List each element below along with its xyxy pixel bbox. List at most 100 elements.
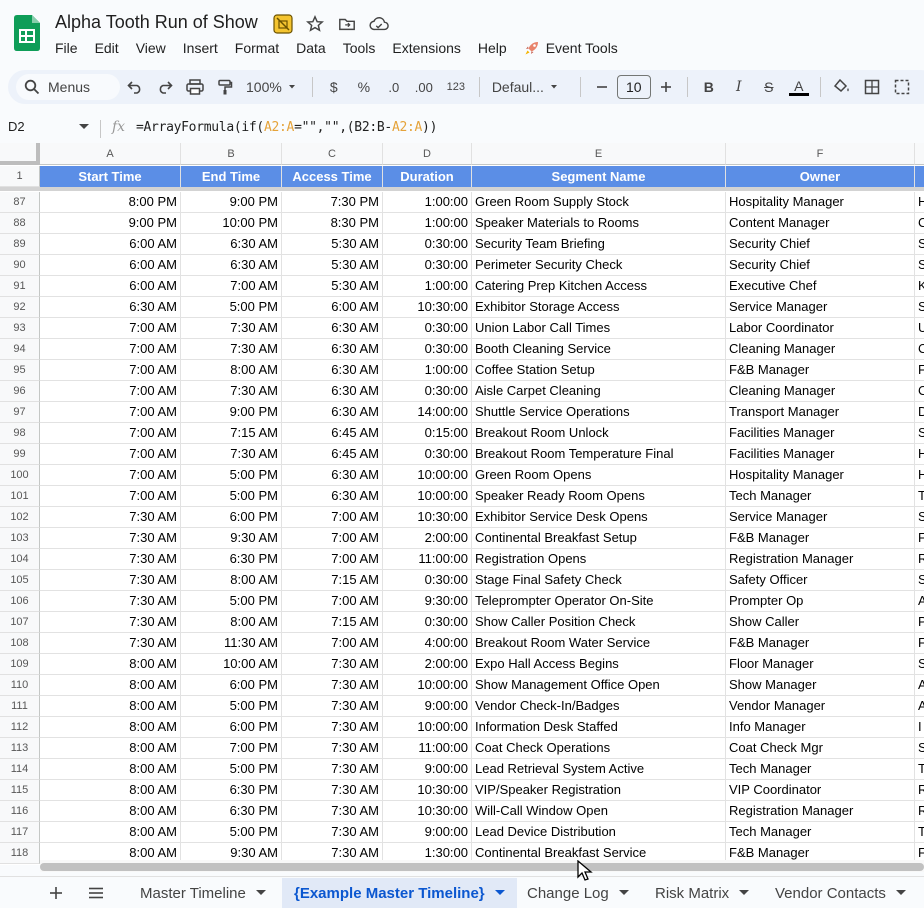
table-cell[interactable]: 11:30 AM <box>181 633 282 654</box>
table-cell[interactable]: 7:00 AM <box>282 549 383 570</box>
text-color-button[interactable]: A <box>784 73 814 101</box>
table-cell[interactable]: 7:00 AM <box>40 465 181 486</box>
table-cell[interactable]: 5:30 AM <box>282 276 383 297</box>
table-cell[interactable]: 7:30 AM <box>181 339 282 360</box>
table-cell[interactable]: Green Room Supply Stock <box>472 192 726 213</box>
merge-cells-icon[interactable] <box>887 73 917 101</box>
table-cell[interactable]: 7:30 AM <box>40 528 181 549</box>
table-cell[interactable]: A <box>915 696 924 717</box>
table-cell[interactable]: 7:30 AM <box>282 780 383 801</box>
sheet-tab[interactable]: Vendor Contacts <box>763 878 918 908</box>
table-cell[interactable]: 6:30 PM <box>181 801 282 822</box>
table-cell[interactable]: Show Caller <box>726 612 915 633</box>
table-cell[interactable]: S <box>915 234 924 255</box>
table-cell[interactable]: Vendor Manager <box>726 696 915 717</box>
table-cell[interactable]: D <box>915 402 924 423</box>
print-icon[interactable] <box>180 73 210 101</box>
table-cell[interactable]: 9:30 AM <box>181 528 282 549</box>
font-size-input[interactable]: 10 <box>616 75 651 99</box>
table-cell[interactable]: Exhibitor Service Desk Opens <box>472 507 726 528</box>
table-cell[interactable]: 2:00:00 <box>383 528 472 549</box>
table-cell[interactable]: 1:00:00 <box>383 213 472 234</box>
table-cell[interactable]: Show Manager <box>726 675 915 696</box>
add-sheet-icon[interactable] <box>46 883 66 903</box>
table-cell[interactable]: 6:30 AM <box>282 339 383 360</box>
table-cell[interactable]: S <box>915 738 924 759</box>
table-cell[interactable]: T <box>915 759 924 780</box>
table-cell[interactable]: 0:30:00 <box>383 339 472 360</box>
table-cell[interactable]: 6:30 AM <box>282 402 383 423</box>
sheet-tab[interactable]: {Example Master Timeline} <box>282 878 517 908</box>
table-cell[interactable]: Coffee Station Setup <box>472 360 726 381</box>
table-cell[interactable]: F&B Manager <box>726 528 915 549</box>
increase-font-size-button[interactable] <box>651 73 681 101</box>
table-cell[interactable]: Service Manager <box>726 507 915 528</box>
table-cell[interactable]: S <box>915 255 924 276</box>
table-cell[interactable]: 8:00 AM <box>40 780 181 801</box>
table-cell[interactable]: 6:30 AM <box>282 486 383 507</box>
table-cell[interactable]: 5:00 PM <box>181 465 282 486</box>
table-cell[interactable]: 7:15 AM <box>282 570 383 591</box>
sheet-tab[interactable]: Master Timeline <box>128 878 278 908</box>
table-cell[interactable]: Tech Manager <box>726 822 915 843</box>
table-cell[interactable]: 8:00 AM <box>40 675 181 696</box>
table-cell[interactable]: 7:30 PM <box>282 192 383 213</box>
table-cell[interactable]: Speaker Materials to Rooms <box>472 213 726 234</box>
table-cell[interactable]: Cleaning Manager <box>726 339 915 360</box>
table-cell[interactable]: Stage Final Safety Check <box>472 570 726 591</box>
column-header[interactable] <box>915 143 924 165</box>
italic-button[interactable]: I <box>724 73 754 101</box>
table-cell[interactable]: 9:00:00 <box>383 822 472 843</box>
row-header[interactable]: 104 <box>0 549 40 570</box>
row-header[interactable]: 112 <box>0 717 40 738</box>
table-cell[interactable]: 0:30:00 <box>383 381 472 402</box>
table-cell[interactable]: Hospitality Manager <box>726 192 915 213</box>
table-cell[interactable]: Lead Retrieval System Active <box>472 759 726 780</box>
bold-button[interactable]: B <box>694 73 724 101</box>
row-header[interactable]: 92 <box>0 297 40 318</box>
table-cell[interactable]: 9:00:00 <box>383 696 472 717</box>
decrease-decimal-button[interactable]: .0 <box>379 73 409 101</box>
table-cell[interactable]: Executive Chef <box>726 276 915 297</box>
table-cell[interactable]: Security Team Briefing <box>472 234 726 255</box>
table-cell[interactable]: R <box>915 801 924 822</box>
table-cell[interactable]: Facilities Manager <box>726 444 915 465</box>
table-cell[interactable]: S <box>915 297 924 318</box>
table-cell[interactable]: 9:30:00 <box>383 591 472 612</box>
table-cell[interactable]: 7:00 AM <box>40 423 181 444</box>
table-cell[interactable]: 6:30 AM <box>40 297 181 318</box>
table-cell[interactable]: Tech Manager <box>726 486 915 507</box>
table-cell[interactable]: 10:30:00 <box>383 507 472 528</box>
table-cell[interactable]: 8:00 AM <box>181 570 282 591</box>
select-all-corner[interactable] <box>0 143 40 165</box>
table-cell[interactable]: Breakout Room Water Service <box>472 633 726 654</box>
table-cell[interactable]: 10:30:00 <box>383 297 472 318</box>
table-cell[interactable]: 7:30 AM <box>40 507 181 528</box>
table-cell[interactable]: 7:00 AM <box>181 276 282 297</box>
table-cell[interactable]: 5:00 PM <box>181 486 282 507</box>
table-cell[interactable]: 7:30 AM <box>282 654 383 675</box>
table-cell[interactable]: 6:00 AM <box>40 255 181 276</box>
table-cell[interactable]: Teleprompter Operator On-Site <box>472 591 726 612</box>
row-header[interactable]: 108 <box>0 633 40 654</box>
table-cell[interactable]: 7:15 AM <box>282 612 383 633</box>
strikethrough-button[interactable]: S <box>754 73 784 101</box>
row-header[interactable]: 117 <box>0 822 40 843</box>
table-cell[interactable]: H <box>915 192 924 213</box>
table-cell[interactable]: C <box>915 213 924 234</box>
table-cell[interactable]: 10:30:00 <box>383 801 472 822</box>
table-cell[interactable]: 5:00 PM <box>181 696 282 717</box>
table-cell[interactable]: Lead Device Distribution <box>472 822 726 843</box>
table-cell[interactable]: 7:30 AM <box>282 801 383 822</box>
table-cell[interactable]: 8:30 PM <box>282 213 383 234</box>
table-cell[interactable]: 10:00:00 <box>383 717 472 738</box>
table-cell[interactable]: 6:30 AM <box>181 234 282 255</box>
table-cell[interactable]: F <box>915 528 924 549</box>
row-header[interactable]: 99 <box>0 444 40 465</box>
table-cell[interactable]: 2:00:00 <box>383 654 472 675</box>
row-header[interactable]: 113 <box>0 738 40 759</box>
menu-search[interactable]: Menus <box>16 74 120 100</box>
menu-help[interactable]: Help <box>478 40 507 56</box>
table-cell[interactable]: 6:30 AM <box>282 318 383 339</box>
row-header[interactable]: 118 <box>0 843 40 864</box>
